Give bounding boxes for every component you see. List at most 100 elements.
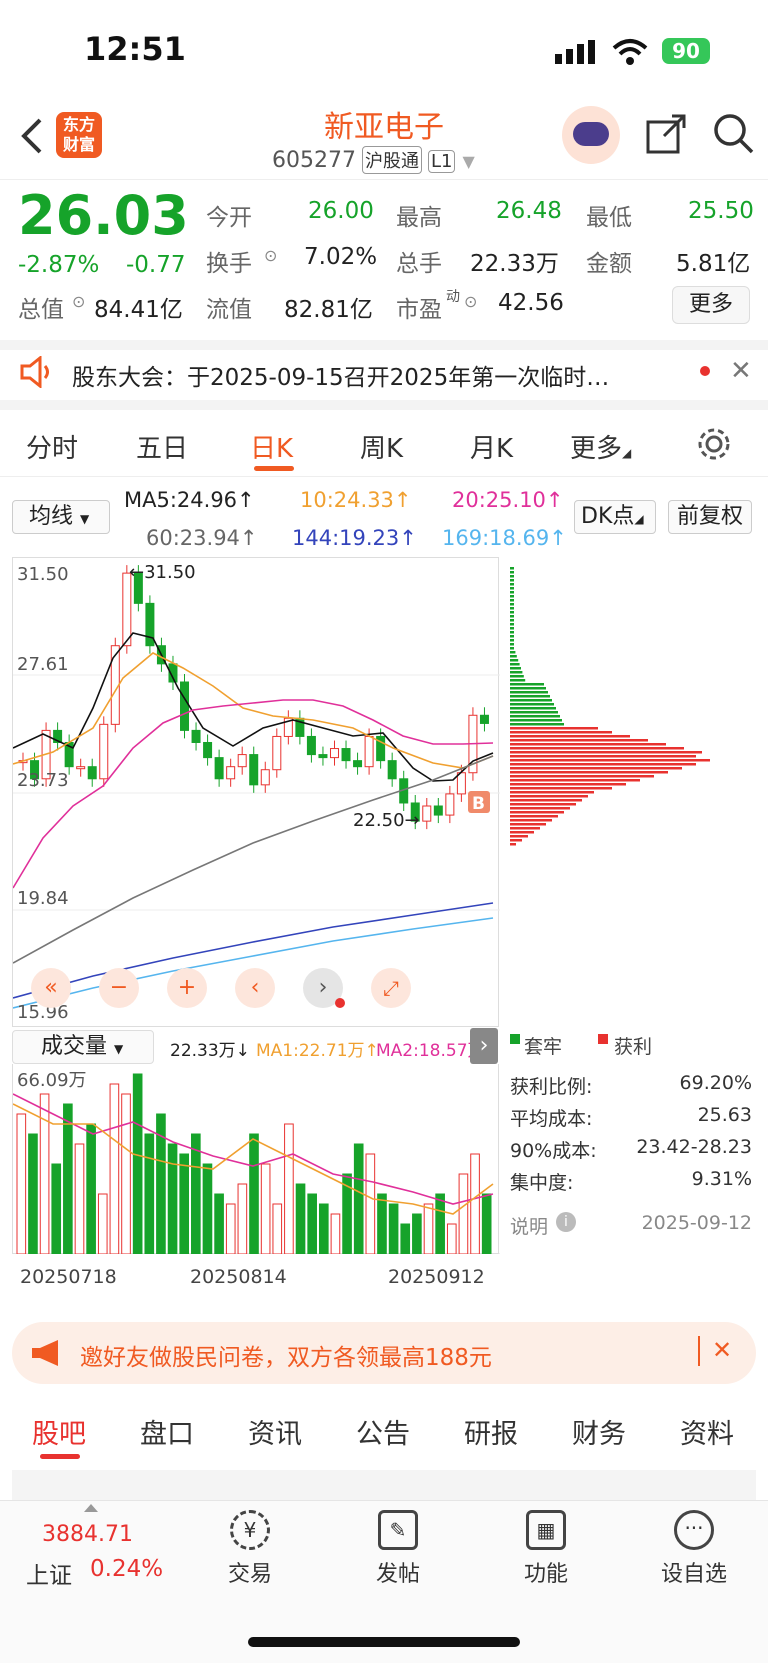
chip-bar xyxy=(510,739,648,742)
chip-bar xyxy=(510,835,528,838)
dock-trade[interactable]: ¥ 交易 xyxy=(200,1510,300,1588)
chip-bar xyxy=(510,615,514,618)
expand-icon[interactable]: ⤢ xyxy=(371,968,411,1008)
close-icon[interactable]: ✕ xyxy=(730,356,752,386)
zoom-out-icon[interactable]: − xyxy=(99,968,139,1008)
volume-bar xyxy=(191,1133,201,1255)
info-icon[interactable]: ⊙ xyxy=(464,292,477,311)
stat-value: 23.42-28.23 xyxy=(636,1136,752,1158)
candle xyxy=(364,735,374,768)
zoom-in-icon[interactable]: + xyxy=(167,968,207,1008)
triangle-up-icon xyxy=(84,1504,98,1512)
chip-bar xyxy=(510,647,514,650)
ma-select[interactable]: 均线 ▼ xyxy=(12,500,110,534)
candle xyxy=(249,754,259,786)
tab-intraday[interactable]: 分时 xyxy=(26,428,78,465)
tab-news[interactable]: 资讯 xyxy=(248,1412,302,1451)
cellular-signal-icon xyxy=(555,40,595,64)
volume-bar xyxy=(330,1213,341,1255)
last-price: 26.03 xyxy=(18,184,189,247)
note-label[interactable]: 说明 xyxy=(510,1212,548,1239)
search-icon[interactable] xyxy=(712,112,756,156)
chip-bar xyxy=(510,599,514,602)
ma10-line xyxy=(12,652,494,769)
indicator-select[interactable]: 成交量 ▼ xyxy=(12,1030,154,1064)
stock-code-row[interactable]: 605277 沪股通 L1 ▼ xyxy=(272,146,475,174)
dock-watchlist[interactable]: ··· 设自选 xyxy=(644,1510,744,1588)
status-time: 12:51 xyxy=(84,30,186,68)
tab-monthly-k[interactable]: 月K xyxy=(470,428,513,465)
dock-functions[interactable]: ▦ 功能 xyxy=(496,1510,596,1588)
robot-icon xyxy=(573,122,609,146)
grid-icon: ▦ xyxy=(526,1510,566,1550)
share-icon[interactable] xyxy=(644,112,688,156)
stat-label: 平均成本: xyxy=(510,1108,593,1130)
candle xyxy=(272,735,282,771)
tab-profile[interactable]: 资料 xyxy=(680,1412,734,1451)
chip-bar xyxy=(510,735,630,738)
chip-bar xyxy=(510,623,514,626)
tab-5day[interactable]: 五日 xyxy=(136,428,188,465)
chip-bar xyxy=(510,583,514,586)
trap-legend-label: 套牢 xyxy=(524,1036,563,1058)
stat-label: 集中度: xyxy=(510,1172,574,1194)
index-value[interactable]: 3884.71 xyxy=(42,1522,133,1547)
chip-bar xyxy=(510,787,612,790)
chip-bar xyxy=(510,631,514,634)
buy-signal-letter: B xyxy=(472,794,485,814)
low-value: 25.50 xyxy=(688,198,754,224)
close-icon[interactable]: ✕ xyxy=(712,1336,732,1364)
dock-label: 发帖 xyxy=(375,1562,420,1587)
info-icon[interactable]: i xyxy=(556,1212,576,1232)
volume-bar xyxy=(179,1153,190,1255)
y-tick-2: 27.61 xyxy=(17,654,69,675)
adjust-select[interactable]: 前复权 xyxy=(668,500,752,534)
dock-post[interactable]: ✎ 发帖 xyxy=(348,1510,448,1588)
info-icon[interactable]: ⊙ xyxy=(72,292,85,311)
volume-bar xyxy=(446,1223,457,1255)
active-tab-indicator xyxy=(254,466,294,471)
y-tick-1: 31.50 xyxy=(17,564,69,585)
new-dot xyxy=(335,998,345,1008)
chip-bar xyxy=(510,639,514,642)
tab-orderbook[interactable]: 盘口 xyxy=(140,1412,194,1451)
chip-bar xyxy=(510,723,564,726)
chevron-right-icon[interactable]: › xyxy=(470,1028,498,1064)
dock-label: 设自选 xyxy=(660,1562,727,1587)
dk-point-select[interactable]: DK点◢ xyxy=(574,500,656,534)
volume-chart[interactable]: 66.09万 xyxy=(12,1064,500,1255)
volume-svg: 66.09万 xyxy=(12,1070,500,1255)
volume-bar xyxy=(412,1213,422,1255)
chip-bar xyxy=(510,831,534,834)
prev-icon[interactable]: ‹ xyxy=(235,968,275,1008)
tab-forum[interactable]: 股吧 xyxy=(32,1412,86,1451)
min-price-marker: 22.50→ xyxy=(353,810,420,831)
fast-back-icon[interactable]: « xyxy=(31,968,71,1008)
index-pct: 0.24% xyxy=(90,1556,164,1582)
tab-research[interactable]: 研报 xyxy=(464,1412,518,1451)
info-icon[interactable]: ⊙ xyxy=(264,246,277,265)
volume-bar xyxy=(365,1153,376,1255)
announcement-text: 股东大会：于2025-09-15召开2025年第一次临时… xyxy=(72,365,610,391)
chip-bar xyxy=(510,727,598,730)
chip-bar xyxy=(510,747,684,750)
assistant-avatar[interactable] xyxy=(562,106,620,164)
unread-dot xyxy=(700,366,710,376)
open-label: 今开 xyxy=(206,205,252,231)
tab-finance[interactable]: 财务 xyxy=(572,1412,626,1451)
volume-bar xyxy=(63,1103,73,1255)
tab-more[interactable]: 更多◢ xyxy=(570,428,631,465)
turnover-value: 7.02% xyxy=(304,244,378,270)
more-button[interactable]: 更多 xyxy=(672,286,750,324)
candle xyxy=(422,805,432,822)
chip-bar xyxy=(510,627,514,630)
tab-weekly-k[interactable]: 周K xyxy=(360,428,403,465)
tab-announcements[interactable]: 公告 xyxy=(356,1412,410,1451)
tab-daily-k[interactable]: 日K xyxy=(250,428,293,465)
kline-chart[interactable]: 31.50 27.61 23.73 19.84 15.96 ←31.50 22.… xyxy=(12,557,500,1027)
kline-svg: 31.50 27.61 23.73 19.84 15.96 ←31.50 22.… xyxy=(12,562,500,1023)
chip-distribution-chart xyxy=(510,567,710,846)
active-tab-indicator xyxy=(40,1454,80,1459)
gear-icon[interactable] xyxy=(696,426,732,462)
volume-bar xyxy=(144,1133,155,1255)
